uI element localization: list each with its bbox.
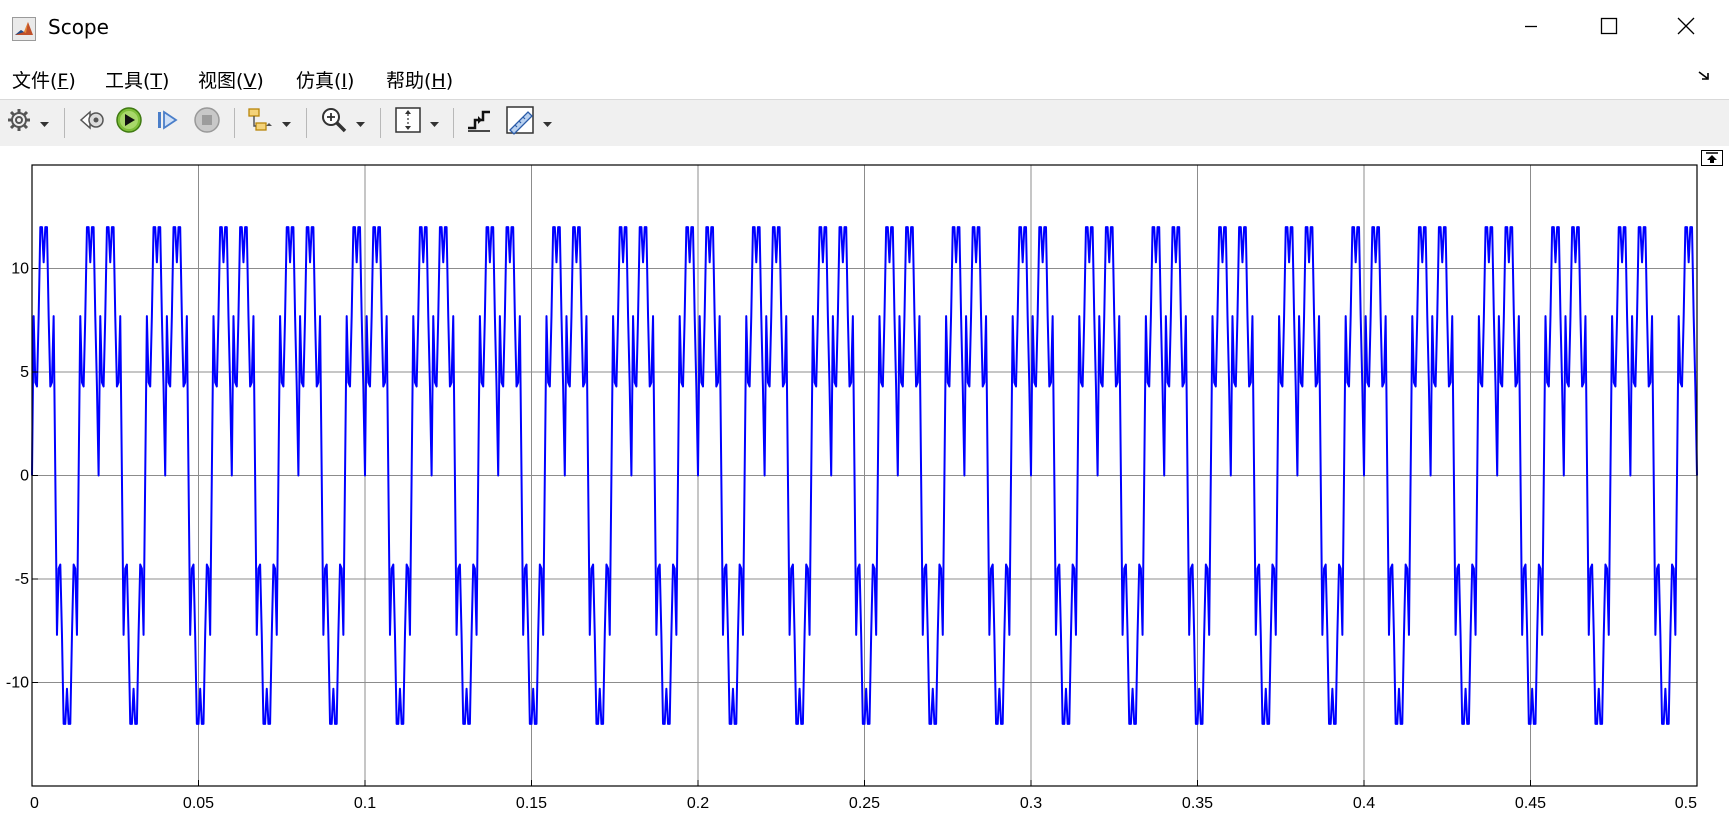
highlight-block-button[interactable]	[246, 106, 291, 138]
toolbar	[0, 99, 1729, 147]
menu-file[interactable]: 文件(F)	[12, 66, 76, 93]
matlab-icon	[12, 17, 36, 41]
close-button[interactable]	[1662, 10, 1710, 46]
x-tick-label: 0.45	[1515, 795, 1546, 812]
maximize-icon	[1600, 17, 1618, 39]
step-back-button[interactable]	[78, 106, 106, 138]
dropdown-arrow-icon[interactable]	[543, 113, 552, 132]
menu-bar: 文件(F) 工具(T) 视图(V) 仿真(I) 帮助(H)	[0, 56, 1729, 98]
undock-arrow-icon[interactable]	[1697, 68, 1711, 87]
x-tick-label: 0.1	[354, 795, 376, 812]
triggers-icon	[465, 106, 493, 138]
x-tick-label: 0.35	[1182, 795, 1213, 812]
x-tick-label: 0.3	[1020, 795, 1042, 812]
menu-view[interactable]: 视图(V)	[198, 66, 264, 93]
dropdown-arrow-icon[interactable]	[430, 113, 439, 132]
stop-icon	[193, 106, 221, 138]
step-forward-icon	[155, 107, 181, 137]
y-tick-label: 5	[20, 364, 29, 381]
toolbar-separator	[306, 108, 307, 138]
scale-axes-button[interactable]	[394, 106, 439, 138]
menu-tools[interactable]: 工具(T)	[105, 66, 169, 93]
zoom-in-icon	[320, 106, 348, 138]
toolbar-separator	[64, 108, 65, 138]
x-tick-label: 0.15	[516, 795, 547, 812]
dropdown-arrow-icon[interactable]	[356, 113, 365, 132]
run-icon	[115, 106, 143, 138]
x-tick-label: 0.2	[687, 795, 709, 812]
y-tick-label: -10	[6, 675, 29, 692]
menu-help[interactable]: 帮助(H)	[386, 66, 453, 93]
maximize-button[interactable]	[1585, 10, 1633, 46]
toolbar-separator	[234, 108, 235, 138]
zoom-button[interactable]	[320, 106, 365, 138]
x-tick-label: 0.25	[849, 795, 880, 812]
toolbar-separator	[453, 108, 454, 138]
settings-button[interactable]	[6, 106, 49, 138]
close-icon	[1677, 17, 1695, 39]
x-tick-label: 0	[30, 795, 39, 812]
settings-gear-icon	[6, 107, 32, 137]
title-bar: Scope	[0, 0, 1729, 56]
stop-button[interactable]	[193, 106, 221, 138]
scale-axes-icon	[394, 106, 422, 138]
dropdown-arrow-icon[interactable]	[40, 113, 49, 132]
y-tick-label: 0	[20, 468, 29, 485]
y-tick-label: 10	[11, 261, 29, 278]
run-button[interactable]	[115, 106, 143, 138]
triggers-button[interactable]	[465, 106, 493, 138]
y-tick-label: -5	[15, 571, 29, 588]
minimize-button[interactable]	[1507, 10, 1555, 46]
window-title: Scope	[48, 15, 109, 39]
step-back-icon	[78, 107, 106, 137]
step-forward-button[interactable]	[155, 106, 181, 138]
x-tick-label: 0.4	[1353, 795, 1375, 812]
minimize-icon	[1523, 18, 1539, 38]
menu-simulation[interactable]: 仿真(I)	[296, 66, 354, 93]
highlight-block-icon	[246, 106, 274, 138]
cursor-measurements-icon	[505, 105, 535, 139]
cursor-measurements-button[interactable]	[505, 106, 552, 138]
dropdown-arrow-icon[interactable]	[282, 113, 291, 132]
scope-display: 0 0.05 0.1 0.15 0.2 0.25 0.3 0.35 0.4 0.45 0.5 10 5 0…	[0, 146, 1729, 813]
x-tick-label: 0.5	[1675, 795, 1697, 812]
x-tick-label: 0.05	[183, 795, 214, 812]
scope-plot[interactable]: 0 0.05 0.1 0.15 0.2 0.25 0.3 0.35 0.4 0.45 0.5 10 5 0…	[0, 146, 1729, 813]
toolbar-separator	[380, 108, 381, 138]
